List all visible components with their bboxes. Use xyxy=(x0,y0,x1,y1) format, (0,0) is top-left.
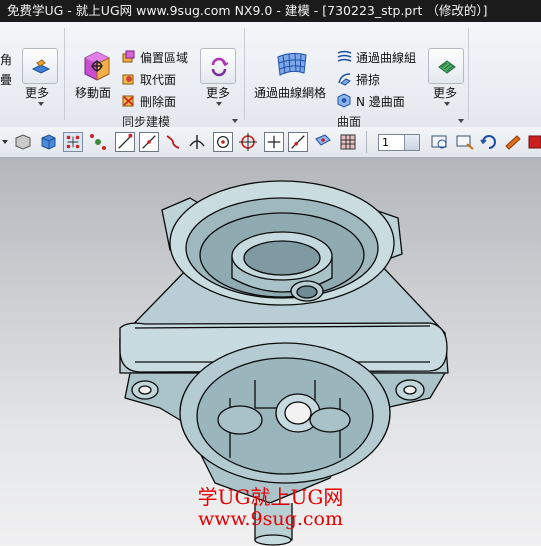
grid-snap-icon[interactable] xyxy=(338,132,358,152)
left-more-label[interactable]: 更多 xyxy=(25,84,49,101)
point-on-face-icon[interactable] xyxy=(313,132,333,152)
toolbar-separator xyxy=(366,131,367,153)
watermark-line2: www.9sug.com xyxy=(198,508,343,530)
ribbon-separator xyxy=(244,28,245,120)
surface-more-button[interactable] xyxy=(428,48,464,84)
offset-region-icon[interactable] xyxy=(121,49,136,64)
sync-more-icon xyxy=(211,57,229,77)
zoom-window-icon[interactable] xyxy=(455,132,475,152)
ribbon-left-mid-label[interactable]: 疊 xyxy=(0,71,12,88)
quadrant-point-icon[interactable] xyxy=(238,132,258,152)
rotate-view-icon[interactable] xyxy=(479,132,499,152)
zoom-combo[interactable]: 1 xyxy=(378,134,420,151)
through-curves-icon[interactable] xyxy=(337,49,352,64)
ribbon-left-top-label[interactable]: 角 xyxy=(0,51,12,68)
watermark-line1: 学UG就上UG网 xyxy=(197,485,344,509)
left-more-arrow-icon[interactable] xyxy=(38,102,44,106)
delete-face-icon[interactable] xyxy=(121,93,136,108)
sync-more-label[interactable]: 更多 xyxy=(206,84,230,101)
sync-more-arrow-icon[interactable] xyxy=(216,102,222,106)
graphics-viewport[interactable]: 学UG就上UG网 www.9sug.com xyxy=(0,158,541,546)
sweep-icon[interactable] xyxy=(337,71,352,86)
intersection-icon[interactable] xyxy=(187,132,207,152)
offset-region-label[interactable]: 偏置區域 xyxy=(140,49,188,66)
surface-more-arrow-icon[interactable] xyxy=(444,102,450,106)
window-titlebar: 免费学UG - 就上UG网 www.9sug.com NX9.0 - 建模 - … xyxy=(0,0,541,22)
toolbar-overflow-icon[interactable] xyxy=(2,140,8,144)
arc-center-icon[interactable] xyxy=(213,132,233,152)
select-all-icon[interactable] xyxy=(63,132,83,152)
solid-body-icon[interactable] xyxy=(38,132,58,152)
fit-view-icon[interactable] xyxy=(430,132,450,152)
ribbon-separator xyxy=(468,28,469,120)
snap-points-icon[interactable] xyxy=(88,132,108,152)
n-sided-surface-label[interactable]: N 邊曲面 xyxy=(356,93,405,110)
ribbon-separator xyxy=(64,28,65,120)
sweep-label[interactable]: 掃掠 xyxy=(356,71,380,88)
end-point-icon[interactable] xyxy=(115,132,135,152)
curve-mesh-label[interactable]: 通過曲線網格 xyxy=(254,84,326,101)
layer-icon xyxy=(31,59,51,74)
filter-icon[interactable] xyxy=(13,132,33,152)
surface-group-expand-icon[interactable] xyxy=(458,119,464,123)
control-point-icon[interactable] xyxy=(163,132,183,152)
point-on-curve-icon[interactable] xyxy=(288,132,308,152)
through-curves-label[interactable]: 通過曲線組 xyxy=(356,49,416,66)
n-sided-surface-icon[interactable] xyxy=(337,93,352,108)
sync-group-expand-icon[interactable] xyxy=(232,119,238,123)
left-more-button[interactable] xyxy=(22,48,58,84)
zoom-combo-value: 1 xyxy=(382,136,389,149)
curve-mesh-icon[interactable] xyxy=(275,49,309,79)
existing-point-icon[interactable] xyxy=(264,132,284,152)
delete-face-label[interactable]: 刪除面 xyxy=(140,93,176,110)
zoom-combo-dropdown-icon[interactable] xyxy=(404,135,419,150)
selection-toolbar: 1 xyxy=(0,127,541,158)
ribbon: 角 疊 更多 移動面 偏置區域 取代面 刪除面 更多 同步建模 通過曲線網格 通… xyxy=(0,22,541,129)
replace-face-icon[interactable] xyxy=(121,71,136,86)
pan-view-icon[interactable] xyxy=(503,132,523,152)
section-view-icon[interactable] xyxy=(525,132,541,152)
sync-more-button[interactable] xyxy=(200,48,236,84)
replace-face-label[interactable]: 取代面 xyxy=(140,71,176,88)
surface-more-icon xyxy=(438,60,456,74)
surface-more-label[interactable]: 更多 xyxy=(433,84,457,101)
window-title: 免费学UG - 就上UG网 www.9sug.com NX9.0 - 建模 - … xyxy=(7,3,488,18)
mid-point-icon[interactable] xyxy=(139,132,159,152)
move-face-label[interactable]: 移動面 xyxy=(75,84,111,101)
move-face-icon[interactable] xyxy=(79,48,115,84)
